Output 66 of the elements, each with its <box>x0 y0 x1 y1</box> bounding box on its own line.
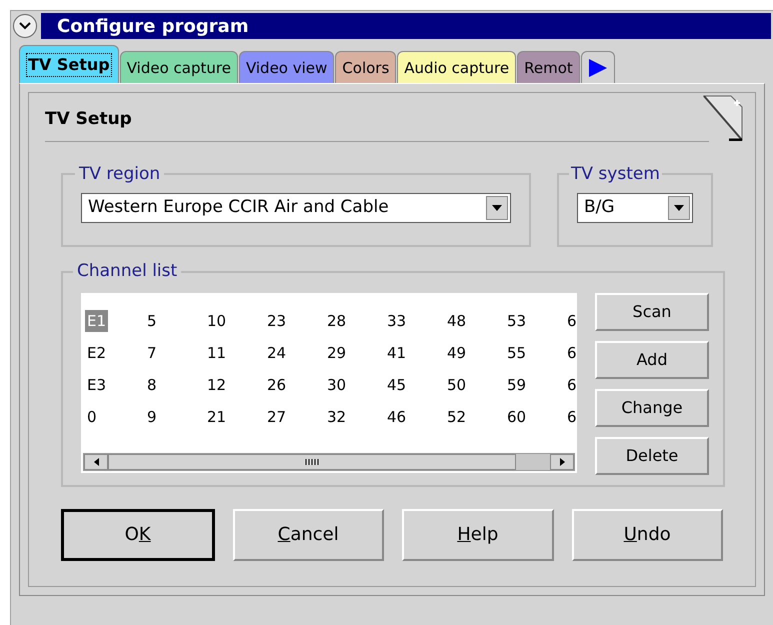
list-button[interactable]: Scan <box>595 292 709 330</box>
page-title: TV Setup <box>45 107 709 142</box>
channel-item[interactable]: 10 <box>207 310 226 332</box>
dialog-button[interactable]: Undo <box>572 508 723 560</box>
channel-item[interactable]: 6 <box>567 342 577 364</box>
channel-item[interactable]: 7 <box>147 342 157 364</box>
channel-item[interactable]: 27 <box>267 406 286 428</box>
channel-item[interactable]: 55 <box>507 342 526 364</box>
channel-item[interactable]: 30 <box>327 374 346 396</box>
channel-item[interactable]: 59 <box>507 374 526 396</box>
scroll-thumb[interactable] <box>108 454 516 470</box>
tab-scroll-button[interactable] <box>580 51 615 83</box>
tab[interactable]: Audio capture <box>397 51 516 83</box>
channel-item[interactable]: 26 <box>267 374 286 396</box>
channel-item[interactable]: 41 <box>387 342 406 364</box>
list-button[interactable]: Add <box>595 340 709 378</box>
channel-item[interactable]: 48 <box>447 310 466 332</box>
group-label: Channel list <box>76 260 178 283</box>
channel-item[interactable]: E1 <box>85 310 108 332</box>
horizontal-scrollbar[interactable] <box>83 452 575 470</box>
channel-item[interactable]: 53 <box>507 310 526 332</box>
list-button[interactable]: Delete <box>595 436 709 474</box>
dialog-button[interactable]: OK <box>61 508 214 560</box>
tab[interactable]: Video view <box>238 51 334 83</box>
tab[interactable]: Colors <box>335 51 396 83</box>
scroll-right-icon[interactable] <box>550 454 574 470</box>
channel-item[interactable]: E2 <box>87 342 106 364</box>
channel-item[interactable]: 6 <box>567 406 577 428</box>
channel-item[interactable]: 12 <box>207 374 226 396</box>
list-button[interactable]: Change <box>595 388 709 426</box>
tv-system-dropdown[interactable]: B/G <box>577 193 693 223</box>
chevron-down-icon <box>19 22 31 30</box>
group-label: TV region <box>78 162 162 186</box>
channel-item[interactable]: 52 <box>447 406 466 428</box>
channel-item[interactable]: 23 <box>267 310 286 332</box>
window-title: Configure program <box>57 14 249 38</box>
channel-item[interactable]: 49 <box>447 342 466 364</box>
scroll-left-icon[interactable] <box>84 454 108 470</box>
channel-item[interactable]: 0 <box>87 406 97 428</box>
channel-item[interactable]: 50 <box>447 374 466 396</box>
channel-item[interactable]: 8 <box>147 374 157 396</box>
group-label: TV system <box>570 162 661 186</box>
channel-item[interactable]: 21 <box>207 406 226 428</box>
channel-item[interactable]: 6 <box>567 374 577 396</box>
window-menu-button[interactable] <box>13 14 37 38</box>
dialog-button[interactable]: Help <box>402 508 554 560</box>
channel-item[interactable]: 11 <box>207 342 226 364</box>
channel-item[interactable]: E3 <box>87 374 106 396</box>
play-icon <box>588 58 607 76</box>
tab[interactable]: Remot <box>517 51 580 83</box>
tab[interactable]: Video capture <box>120 51 238 83</box>
channel-item[interactable]: 45 <box>387 374 406 396</box>
channel-item[interactable]: 60 <box>507 406 526 428</box>
channel-item[interactable]: 32 <box>327 406 346 428</box>
channel-item[interactable]: 29 <box>327 342 346 364</box>
channel-item[interactable]: 9 <box>147 406 157 428</box>
tv-region-dropdown[interactable]: Western Europe CCIR Air and Cable <box>81 193 511 223</box>
page-corner-icon[interactable] <box>703 95 743 141</box>
tab[interactable]: TV Setup <box>19 45 119 83</box>
channel-item[interactable]: 6 <box>567 310 577 332</box>
channel-item[interactable]: 46 <box>387 406 406 428</box>
dialog-button[interactable]: Cancel <box>232 508 384 560</box>
channel-item[interactable]: 28 <box>327 310 346 332</box>
channel-item[interactable]: 24 <box>267 342 286 364</box>
channel-item[interactable]: 5 <box>147 310 157 332</box>
channel-item[interactable]: 33 <box>387 310 406 332</box>
